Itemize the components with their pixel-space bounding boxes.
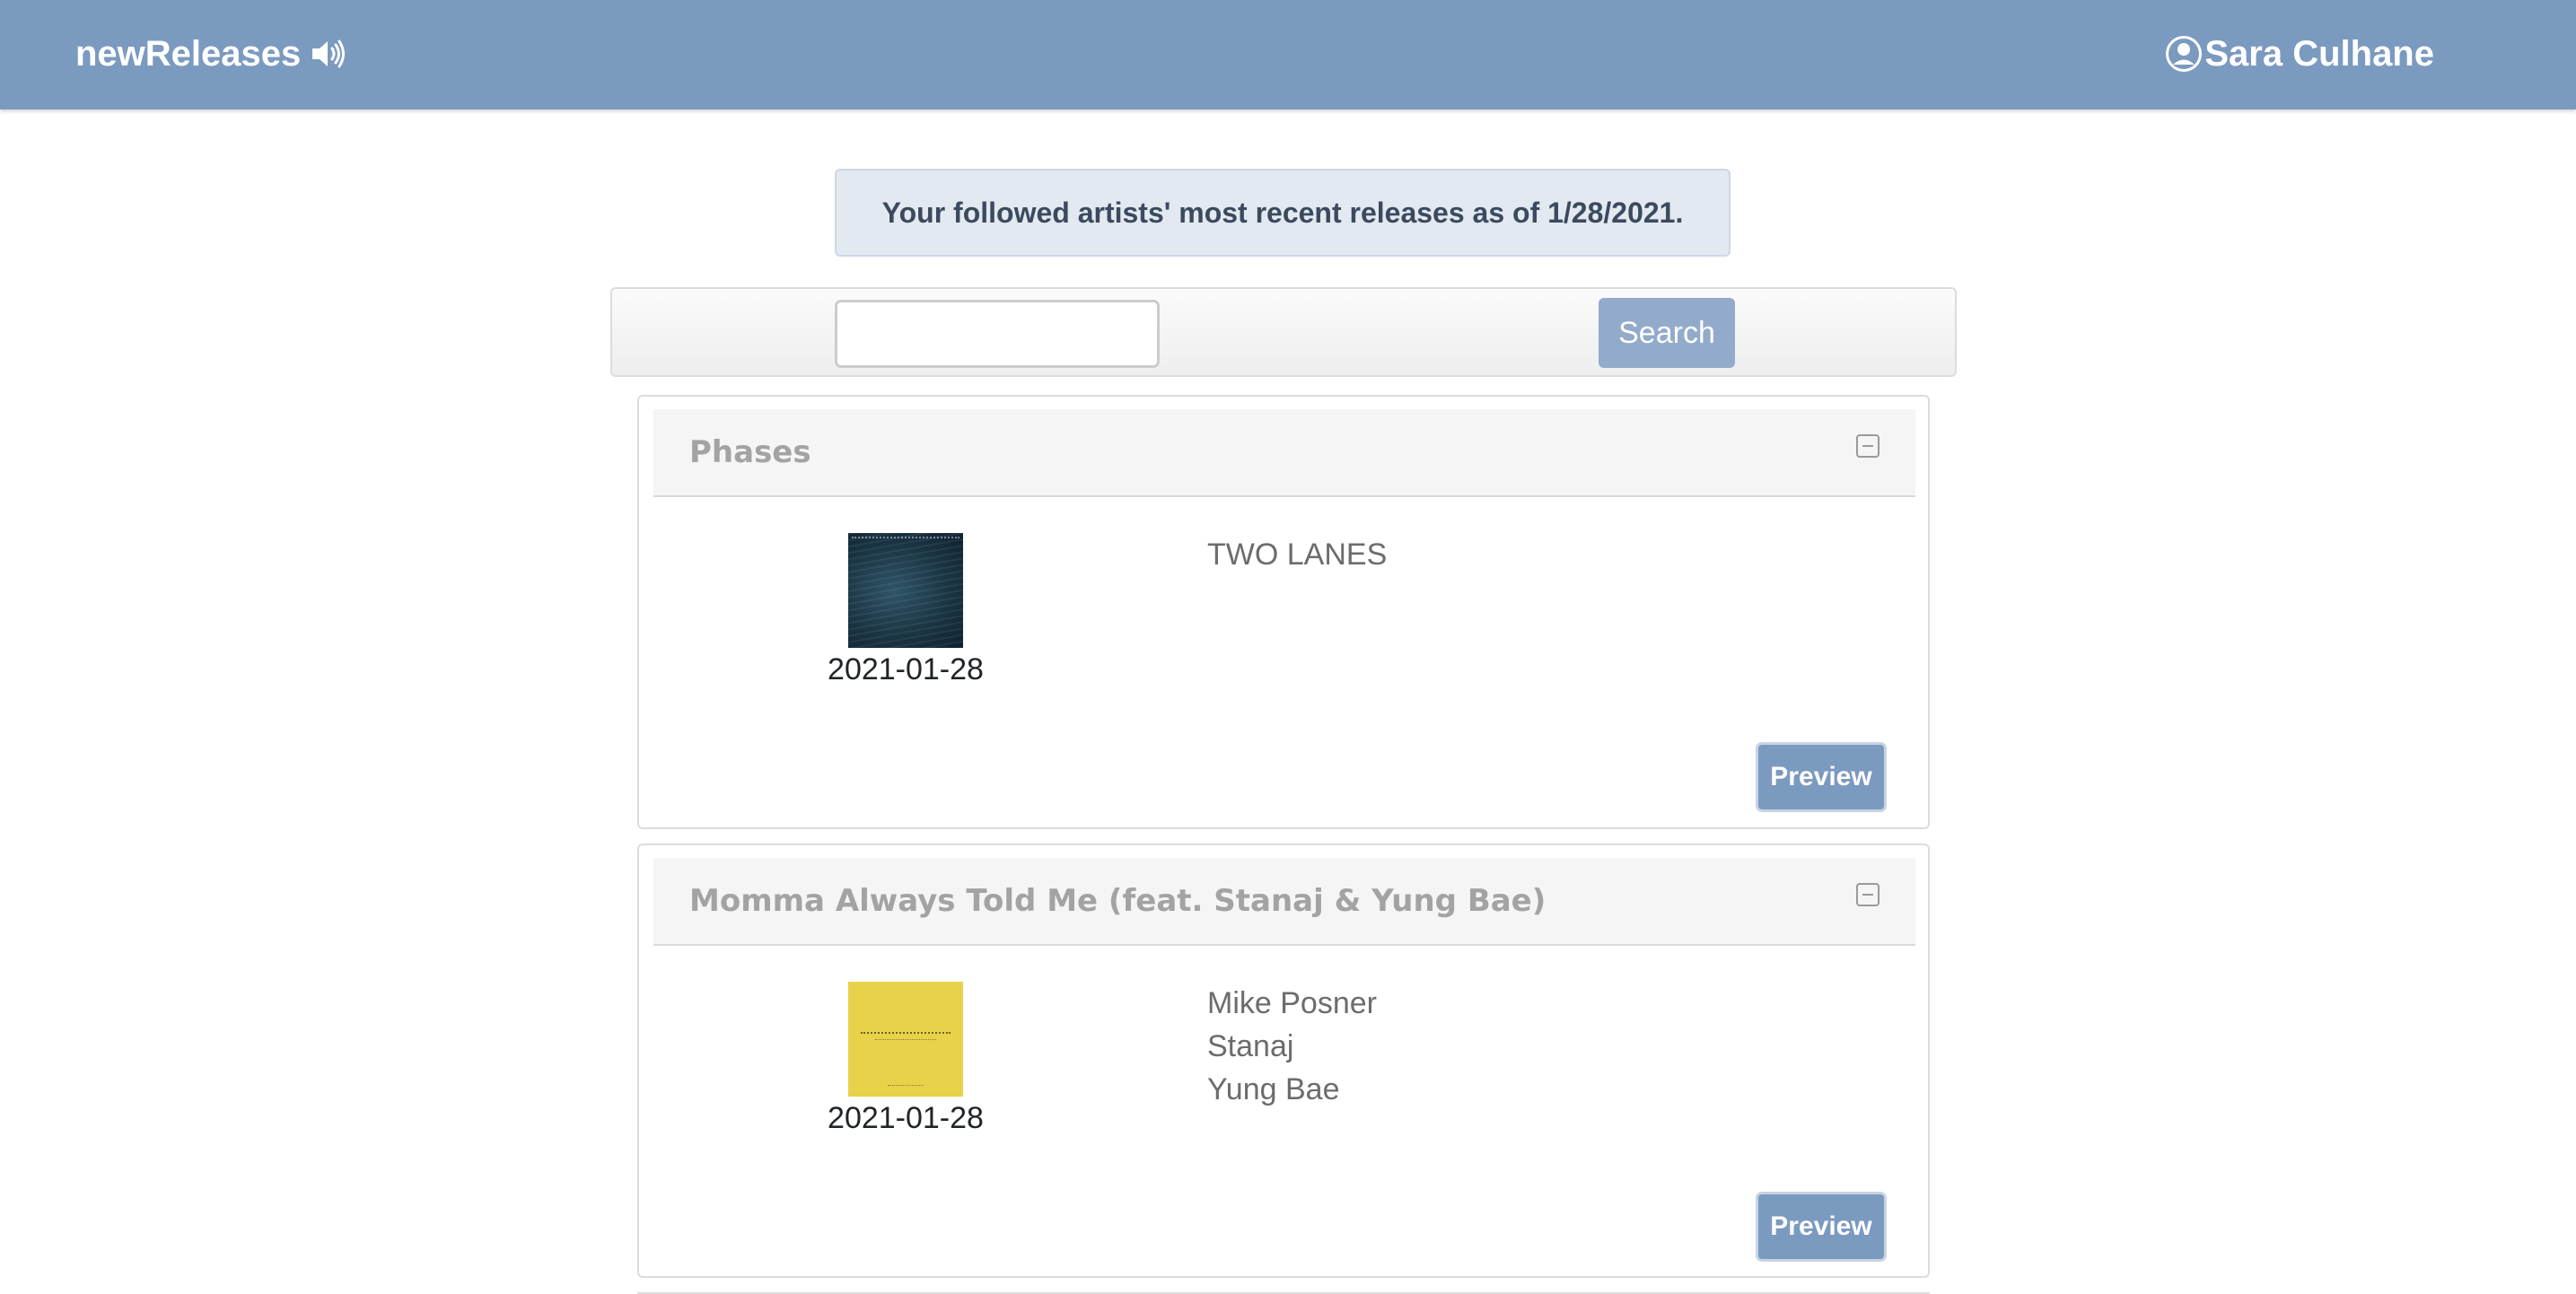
collapse-icon[interactable] <box>1856 883 1879 906</box>
artist-list: Mike Posner Stanaj Yung Bae <box>1207 982 1377 1111</box>
preview-button[interactable]: Preview <box>1756 1192 1887 1262</box>
artist-name: Yung Bae <box>1207 1072 1340 1106</box>
preview-button[interactable]: Preview <box>1756 742 1887 812</box>
release-date: 2021-01-28 <box>828 1101 984 1135</box>
release-card-header[interactable]: Phases <box>653 409 1915 497</box>
releases-info-alert: Your followed artists' most recent relea… <box>835 169 1730 257</box>
user-circle-icon <box>2165 35 2203 73</box>
brand-name: newReleases <box>75 33 302 74</box>
album-cover-image <box>848 982 963 1097</box>
artist-name: Mike Posner <box>1207 986 1377 1020</box>
release-date: 2021-01-28 <box>828 652 984 686</box>
search-bar: Search <box>610 287 1957 377</box>
alert-text: Your followed artists' most recent relea… <box>881 196 1684 229</box>
artist-list: TWO LANES <box>1207 533 1387 576</box>
release-card-header[interactable]: Momma Always Told Me (feat. Stanaj & Yun… <box>653 858 1915 946</box>
release-card: Phases 2021-01-28 TWO LANES Preview <box>637 395 1930 829</box>
search-button[interactable]: Search <box>1599 298 1735 368</box>
artist-name: Stanaj <box>1207 1029 1294 1063</box>
collapse-icon[interactable] <box>1856 434 1879 458</box>
release-title: Momma Always Told Me (feat. Stanaj & Yun… <box>689 883 1546 919</box>
album-cover-image <box>848 533 963 648</box>
artist-name: TWO LANES <box>1207 538 1388 572</box>
user-name: Sara Culhane <box>2204 33 2434 74</box>
brand-link[interactable]: newReleases <box>75 31 347 77</box>
user-menu[interactable]: Sara Culhane <box>2165 31 2434 77</box>
release-card: Momma Always Told Me (feat. Stanaj & Yun… <box>637 844 1930 1278</box>
search-input[interactable] <box>835 300 1160 368</box>
navbar: newReleases Sara Culhane <box>0 0 2576 109</box>
speaker-volume-icon <box>310 38 347 70</box>
release-title: Phases <box>689 434 811 470</box>
